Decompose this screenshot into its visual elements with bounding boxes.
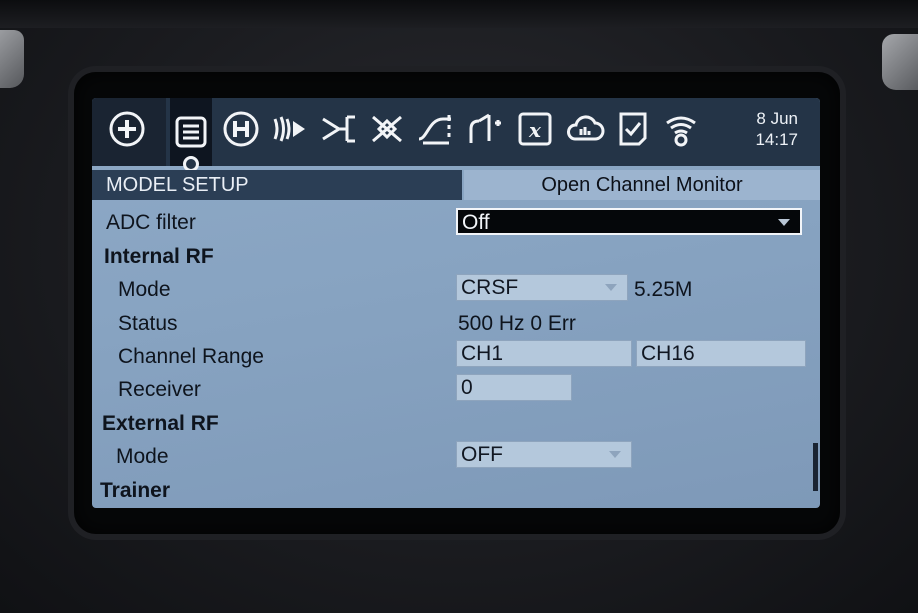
bezel-top-edge bbox=[0, 0, 918, 28]
receiver-number-field[interactable]: 0 bbox=[456, 374, 572, 401]
svg-text:x: x bbox=[528, 118, 542, 142]
channel-start-field[interactable]: CH1 bbox=[456, 340, 632, 367]
scrollbar[interactable] bbox=[813, 443, 818, 491]
internal-mode-value: CRSF bbox=[461, 276, 519, 299]
custom-function-icon[interactable]: x bbox=[514, 108, 556, 150]
adc-filter-dropdown[interactable]: Off bbox=[456, 208, 802, 235]
adc-filter-label: ADC filter bbox=[106, 211, 196, 234]
time-text: 14:17 bbox=[755, 130, 798, 149]
telemetry-icon[interactable] bbox=[660, 108, 702, 150]
crsf-baudrate: 5.25M bbox=[634, 278, 693, 301]
trainer-heading: Trainer bbox=[100, 479, 171, 502]
channel-range-label: Channel Range bbox=[118, 345, 264, 368]
chevron-down-icon bbox=[609, 451, 621, 458]
logical-switch-icon[interactable] bbox=[464, 108, 506, 150]
date-text: 8 Jun bbox=[756, 109, 798, 128]
external-mode-value: OFF bbox=[461, 443, 503, 466]
top-navigation-bar: x 8 Jun 14:17 bbox=[92, 98, 820, 172]
telemetry-waves-icon[interactable] bbox=[268, 108, 310, 150]
mixer-icon[interactable] bbox=[318, 108, 360, 150]
channel-end-field[interactable]: CH16 bbox=[636, 340, 806, 367]
external-mode-dropdown[interactable]: OFF bbox=[456, 441, 632, 468]
lcd-screen: x 8 Jun 14:17 MODEL SETUP Open Channel M… bbox=[92, 98, 820, 508]
heli-icon[interactable] bbox=[220, 108, 262, 150]
external-rf-heading: External RF bbox=[102, 412, 219, 435]
adc-filter-value: Off bbox=[462, 211, 490, 234]
chevron-down-icon bbox=[778, 219, 790, 226]
status-label: Status bbox=[118, 312, 178, 335]
curves-icon[interactable] bbox=[414, 108, 456, 150]
internal-mode-label: Mode bbox=[118, 278, 171, 301]
right-shoulder-button bbox=[882, 34, 918, 90]
add-circle-icon[interactable] bbox=[106, 108, 148, 150]
internal-mode-dropdown[interactable]: CRSF bbox=[456, 274, 628, 301]
status-value: 500 Hz 0 Err bbox=[458, 312, 576, 335]
checklist-icon[interactable] bbox=[612, 108, 654, 150]
open-channel-monitor-button[interactable]: Open Channel Monitor bbox=[464, 170, 820, 200]
internal-rf-heading: Internal RF bbox=[104, 245, 214, 268]
external-mode-label: Mode bbox=[116, 445, 169, 468]
date-time-display: 8 Jun 14:17 bbox=[738, 108, 798, 150]
page-title: MODEL SETUP bbox=[92, 170, 462, 200]
outputs-icon[interactable] bbox=[366, 108, 408, 150]
left-shoulder-button bbox=[0, 30, 24, 88]
cloud-script-icon[interactable] bbox=[564, 108, 606, 150]
chevron-down-icon bbox=[605, 284, 617, 291]
receiver-label: Receiver bbox=[118, 378, 201, 401]
